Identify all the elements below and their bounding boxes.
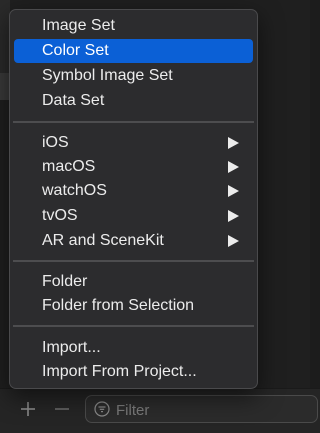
menu-item-watchos[interactable]: watchOS xyxy=(14,179,253,203)
menu-item-label: Image Set xyxy=(42,17,115,34)
menu-item-color-set[interactable]: Color Set xyxy=(14,39,253,63)
menu-item-label: iOS xyxy=(42,134,69,151)
menu-separator xyxy=(13,260,254,262)
menu-item-ar-and-scenekit[interactable]: AR and SceneKit xyxy=(14,229,253,253)
submenu-arrow-icon xyxy=(228,210,239,222)
menu-item-label: Data Set xyxy=(42,92,105,109)
menu-item-label: AR and SceneKit xyxy=(42,232,164,249)
menu-item-image-set[interactable]: Image Set xyxy=(14,14,253,38)
submenu-arrow-icon xyxy=(228,185,239,197)
menu-item-label: Import From Project... xyxy=(42,363,197,380)
menu-item-ios[interactable]: iOS xyxy=(14,131,253,155)
filter-icon xyxy=(94,401,110,417)
submenu-arrow-icon xyxy=(228,161,239,173)
menu-separator xyxy=(13,121,254,123)
menu-item-macos[interactable]: macOS xyxy=(14,155,253,179)
menu-item-data-set[interactable]: Data Set xyxy=(14,89,253,113)
window-right-edge xyxy=(310,0,320,432)
menu-item-symbol-image-set[interactable]: Symbol Image Set xyxy=(14,64,253,88)
filter-input[interactable] xyxy=(114,399,308,421)
add-button[interactable] xyxy=(18,399,38,419)
remove-button[interactable] xyxy=(52,399,72,419)
menu-item-label: watchOS xyxy=(42,182,107,199)
submenu-arrow-icon xyxy=(228,235,239,247)
menu-item-label: Import... xyxy=(42,339,101,356)
menu-item-label: Folder xyxy=(42,273,88,290)
menu-item-tvos[interactable]: tvOS xyxy=(14,204,253,228)
menu-item-import[interactable]: Import... xyxy=(14,336,253,360)
menu-item-label: tvOS xyxy=(42,207,78,224)
filter-field[interactable] xyxy=(85,395,318,423)
add-asset-context-menu: Image Set Color Set Symbol Image Set Dat… xyxy=(9,9,258,389)
menu-item-label: Folder from Selection xyxy=(42,297,195,314)
menu-item-folder[interactable]: Folder xyxy=(14,270,253,294)
menu-item-label: Color Set xyxy=(42,42,109,59)
minus-icon xyxy=(55,408,69,410)
plus-icon xyxy=(21,402,35,416)
menu-separator xyxy=(13,325,254,327)
menu-item-folder-from-selection[interactable]: Folder from Selection xyxy=(14,294,253,318)
menu-item-label: macOS xyxy=(42,158,96,175)
menu-item-label: Symbol Image Set xyxy=(42,67,173,84)
submenu-arrow-icon xyxy=(228,137,239,149)
menu-item-import-from-project[interactable]: Import From Project... xyxy=(14,360,253,384)
